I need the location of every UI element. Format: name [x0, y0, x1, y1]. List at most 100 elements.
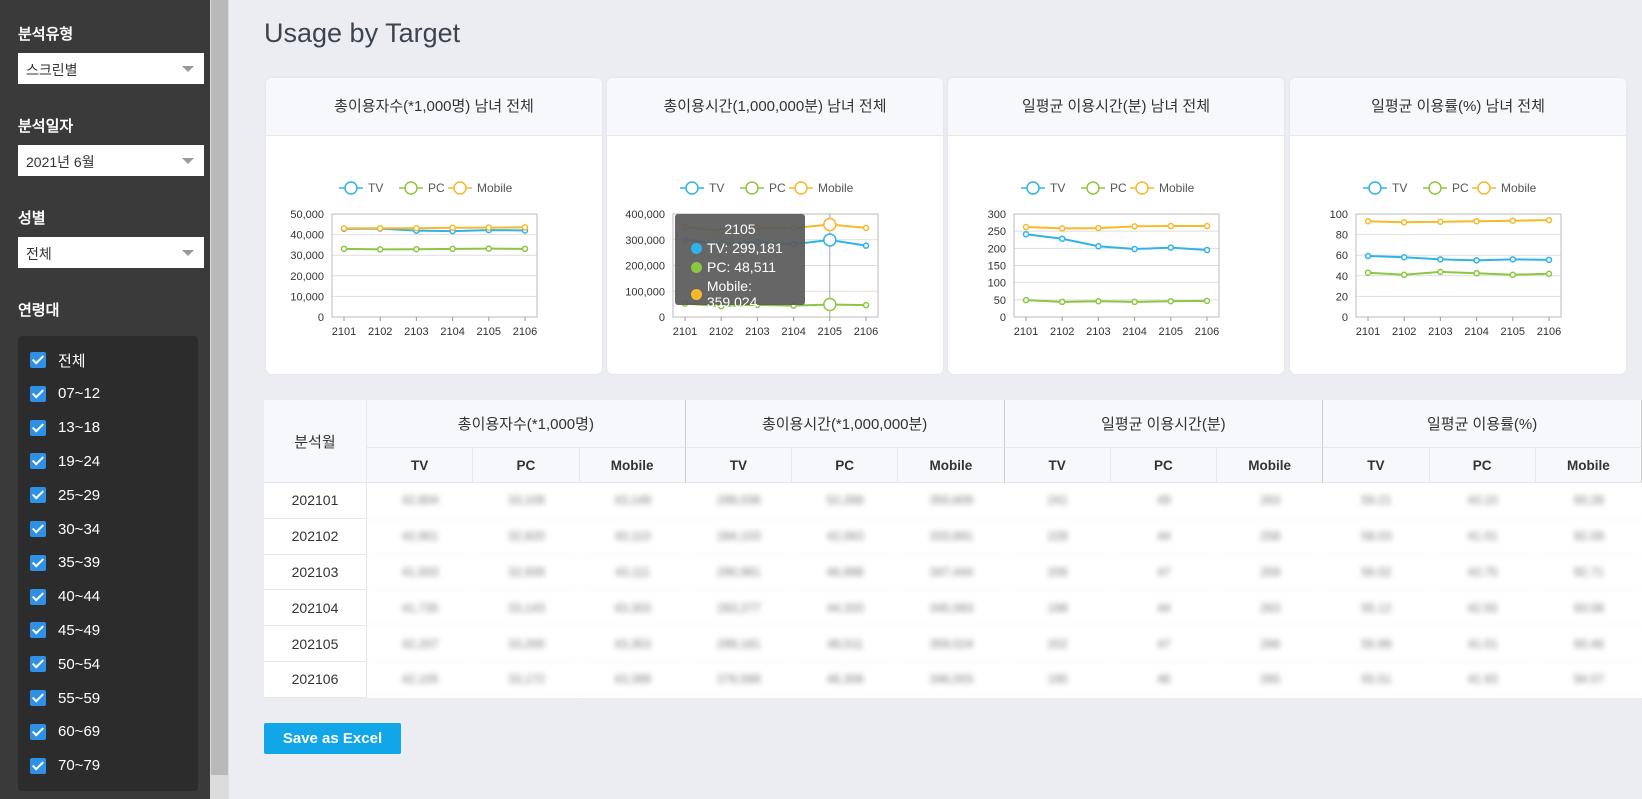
data-point-pc[interactable] — [862, 301, 870, 309]
data-point-mobile[interactable] — [485, 224, 493, 231]
data-point-tv[interactable] — [1131, 245, 1138, 253]
data-point-tv[interactable] — [1364, 252, 1372, 260]
data-point-pc[interactable] — [1364, 269, 1372, 276]
data-point-mobile[interactable] — [1400, 218, 1408, 226]
scrollbar-thumb[interactable] — [211, 0, 228, 775]
data-point-mobile[interactable] — [1509, 217, 1517, 224]
data-point-tv[interactable] — [1095, 243, 1102, 250]
legend-item-mobile[interactable]: Mobile — [1130, 181, 1195, 195]
data-point-mobile[interactable] — [413, 224, 420, 232]
checkbox-checked-icon[interactable] — [30, 487, 46, 504]
age-checkbox-item[interactable]: 25~29 — [30, 483, 100, 507]
data-point-mobile[interactable] — [1203, 222, 1211, 230]
series-line-mobile[interactable] — [343, 226, 526, 230]
age-checkbox-item[interactable]: 50~54 — [30, 652, 100, 676]
data-point-pc[interactable] — [1131, 298, 1138, 306]
age-checkbox-item[interactable]: 07~12 — [30, 382, 100, 406]
data-point-mobile[interactable] — [862, 224, 870, 232]
series-line-mobile[interactable] — [1367, 219, 1550, 224]
data-point-mobile[interactable] — [1545, 216, 1553, 224]
data-point-pc[interactable] — [485, 245, 493, 252]
checkbox-checked-icon[interactable] — [30, 622, 46, 639]
series-line-mobile[interactable] — [1025, 225, 1207, 230]
age-checkbox-item[interactable]: 70~79 — [30, 754, 100, 778]
data-point-pc[interactable] — [1473, 269, 1480, 277]
series-line-pc[interactable] — [343, 247, 526, 251]
data-point-pc[interactable] — [1058, 298, 1066, 306]
data-point-tv[interactable] — [1509, 256, 1517, 263]
data-point-mobile[interactable] — [1022, 223, 1030, 231]
data-point-pc[interactable] — [823, 297, 837, 312]
age-checkbox-item[interactable]: 55~59 — [30, 686, 100, 710]
series-line-pc[interactable] — [1025, 299, 1208, 303]
save-as-excel-button[interactable]: Save as Excel — [264, 723, 401, 754]
data-point-mobile[interactable] — [1095, 224, 1102, 232]
data-point-pc[interactable] — [449, 245, 456, 253]
data-point-pc[interactable] — [1509, 271, 1517, 279]
checkbox-checked-icon[interactable] — [30, 385, 46, 402]
data-point-pc[interactable] — [1095, 297, 1102, 305]
data-point-pc[interactable] — [376, 246, 384, 253]
data-point-pc[interactable] — [1203, 297, 1211, 305]
age-checkbox-item[interactable]: 30~34 — [30, 517, 100, 541]
checkbox-checked-icon[interactable] — [30, 588, 46, 605]
age-checkbox-item[interactable]: 35~39 — [30, 551, 100, 575]
data-point-pc[interactable] — [521, 245, 529, 253]
data-point-pc[interactable] — [1545, 270, 1553, 277]
legend-item-mobile[interactable]: Mobile — [448, 181, 513, 195]
legend-item-tv[interactable]: TV — [1021, 181, 1065, 195]
age-checkbox-item[interactable]: 전체 — [30, 348, 86, 372]
legend-item-pc[interactable]: PC — [1081, 181, 1127, 195]
checkbox-checked-icon[interactable] — [30, 690, 46, 706]
data-point-tv[interactable] — [823, 233, 837, 247]
legend-item-tv[interactable]: TV — [339, 181, 383, 195]
checkbox-checked-icon[interactable] — [30, 521, 46, 537]
data-point-tv[interactable] — [1203, 246, 1211, 254]
data-point-mobile[interactable] — [340, 225, 348, 232]
data-point-mobile[interactable] — [1167, 222, 1175, 230]
data-point-mobile[interactable] — [521, 224, 529, 231]
checkbox-checked-icon[interactable] — [30, 656, 46, 673]
data-point-mobile[interactable] — [1473, 217, 1480, 225]
data-point-pc[interactable] — [1400, 271, 1408, 279]
age-checkbox-item[interactable]: 40~44 — [30, 585, 100, 609]
data-point-tv[interactable] — [1545, 256, 1553, 264]
checkbox-checked-icon[interactable] — [30, 453, 46, 470]
legend-item-mobile[interactable]: Mobile — [789, 181, 854, 195]
data-point-mobile[interactable] — [1364, 217, 1372, 225]
data-point-tv[interactable] — [1022, 231, 1030, 238]
data-point-tv[interactable] — [1437, 256, 1444, 263]
age-checkbox-item[interactable]: 19~24 — [30, 449, 100, 473]
data-point-mobile[interactable] — [1058, 225, 1066, 232]
analysis-date-select[interactable]: 2021년 6월 — [18, 145, 204, 176]
age-checkbox-item[interactable]: 60~69 — [30, 720, 100, 744]
legend-item-tv[interactable]: TV — [1363, 181, 1407, 195]
data-point-mobile[interactable] — [823, 217, 837, 232]
data-point-pc[interactable] — [1167, 297, 1175, 305]
gender-select[interactable]: 전체 — [18, 237, 204, 268]
data-point-tv[interactable] — [1167, 244, 1175, 251]
data-point-tv[interactable] — [1400, 254, 1408, 261]
legend-item-mobile[interactable]: Mobile — [1472, 181, 1537, 195]
checkbox-checked-icon[interactable] — [30, 723, 46, 740]
series-line-tv[interactable] — [1025, 233, 1208, 252]
data-point-pc[interactable] — [1437, 268, 1444, 276]
data-point-tv[interactable] — [1058, 235, 1066, 242]
data-point-tv[interactable] — [862, 242, 870, 249]
data-point-pc[interactable] — [1022, 296, 1030, 304]
checkbox-checked-icon[interactable] — [30, 554, 46, 571]
checkbox-checked-icon[interactable] — [30, 352, 46, 368]
data-point-mobile[interactable] — [449, 224, 456, 232]
legend-item-pc[interactable]: PC — [399, 181, 445, 195]
legend-item-pc[interactable]: PC — [1423, 181, 1469, 195]
legend-item-pc[interactable]: PC — [740, 181, 786, 195]
series-line-pc[interactable] — [1367, 270, 1550, 276]
age-checkbox-item[interactable]: 13~18 — [30, 416, 100, 440]
data-point-mobile[interactable] — [1437, 218, 1444, 225]
data-point-mobile[interactable] — [1131, 223, 1138, 230]
series-line-tv[interactable] — [1367, 255, 1550, 262]
sidebar-scrollbar[interactable] — [210, 0, 229, 799]
data-point-pc[interactable] — [340, 245, 348, 253]
legend-item-tv[interactable]: TV — [680, 181, 724, 195]
data-point-tv[interactable] — [1473, 257, 1480, 264]
